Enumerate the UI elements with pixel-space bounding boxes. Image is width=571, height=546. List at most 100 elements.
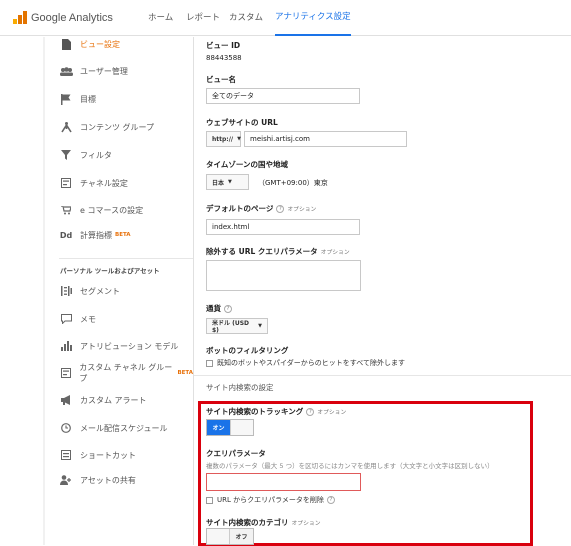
site-search-tracking-label: サイト内検索のトラッキング? オプション bbox=[206, 406, 346, 417]
nav-home[interactable]: ホーム bbox=[148, 0, 173, 36]
sidebar-item-label: ショートカット bbox=[80, 450, 136, 460]
channel-settings-icon bbox=[59, 177, 73, 189]
shortcut-icon bbox=[59, 449, 73, 461]
sidebar-item-label: コンテンツ グループ bbox=[80, 122, 155, 132]
site-search-categories-label: サイト内検索のカテゴリ オプション bbox=[206, 517, 321, 528]
help-icon[interactable]: ? bbox=[224, 305, 232, 313]
logo-text: Google Analytics bbox=[31, 11, 113, 24]
users-icon bbox=[59, 65, 73, 77]
filter-icon bbox=[59, 149, 73, 161]
timezone-label: タイムゾーンの国や地域 bbox=[206, 160, 288, 169]
site-search-categories-toggle[interactable]: オフ bbox=[206, 528, 254, 545]
tracking-label-text: サイト内検索のトラッキング bbox=[206, 407, 304, 416]
segment-icon bbox=[59, 285, 73, 297]
clock-icon bbox=[59, 422, 73, 434]
view-id-label: ビュー ID bbox=[206, 41, 241, 50]
sidebar-item-filters[interactable]: フィルタ bbox=[59, 148, 112, 162]
country-value: 日本 bbox=[212, 179, 225, 187]
flag-icon bbox=[59, 93, 73, 105]
sidebar-item-segments[interactable]: セグメント bbox=[59, 284, 120, 298]
help-icon[interactable]: ? bbox=[306, 408, 315, 416]
beta-badge: BETA bbox=[115, 232, 131, 238]
query-parameter-input[interactable] bbox=[206, 473, 361, 491]
megaphone-icon bbox=[59, 394, 73, 406]
default-page-input[interactable]: index.html bbox=[206, 219, 360, 235]
categories-label-text: サイト内検索のカテゴリ bbox=[206, 518, 289, 527]
sidebar-item-label: カスタム アラート bbox=[80, 395, 147, 405]
toggle-knob bbox=[229, 420, 253, 435]
bot-filter-checkbox[interactable]: 既知のボットやスパイダーからのヒットをすべて除外します bbox=[206, 358, 405, 368]
optional-tag: オプション bbox=[287, 207, 317, 213]
sidebar-item-label: メモ bbox=[80, 314, 96, 324]
optional-tag: オプション bbox=[320, 250, 350, 256]
site-search-tracking-toggle[interactable]: オン bbox=[206, 419, 254, 436]
sidebar-item-view-settings[interactable]: ビュー設定 bbox=[59, 37, 120, 51]
website-url-input[interactable]: meishi.artisj.com bbox=[244, 131, 407, 147]
bar-chart-icon bbox=[59, 340, 73, 352]
google-analytics-logo[interactable]: Google Analytics bbox=[13, 11, 113, 24]
sidebar-item-label: チャネル設定 bbox=[80, 178, 128, 188]
sidebar-rail bbox=[43, 37, 45, 545]
analytics-logo-icon bbox=[13, 11, 27, 24]
toggle-knob bbox=[207, 529, 231, 544]
sidebar-item-label: セグメント bbox=[80, 286, 120, 296]
checkbox-box[interactable] bbox=[206, 359, 213, 367]
strip-query-checkbox-label: URL からクエリパラメータを削除 bbox=[217, 496, 324, 504]
country-dropdown[interactable]: 日本 ▼ bbox=[206, 174, 249, 190]
sidebar-item-label: アセットの共有 bbox=[80, 475, 136, 485]
sidebar-item-goals[interactable]: 目標 bbox=[59, 92, 96, 106]
personal-tools-heading: パーソナル ツールおよびアセット bbox=[60, 267, 160, 275]
optional-tag: オプション bbox=[317, 410, 347, 416]
currency-label-text: 通貨 bbox=[206, 304, 221, 313]
sidebar-item-label: カスタム チャネル グループ bbox=[79, 363, 173, 383]
sidebar-item-label: フィルタ bbox=[80, 150, 112, 160]
toggle-on-label: オン bbox=[207, 420, 230, 435]
bot-filter-label: ボットのフィルタリング bbox=[206, 346, 289, 355]
sidebar-item-label: 目標 bbox=[80, 94, 96, 104]
sidebar-item-custom-alerts[interactable]: カスタム アラート bbox=[59, 393, 147, 407]
sidebar-item-label: ビュー設定 bbox=[80, 39, 120, 49]
view-name-input[interactable]: 全てのデータ bbox=[206, 88, 360, 104]
sidebar-item-label: メール配信スケジュール bbox=[80, 423, 168, 433]
nav-admin[interactable]: アナリティクス設定 bbox=[275, 0, 351, 36]
dd-icon: Dd bbox=[59, 230, 73, 240]
share-user-icon bbox=[59, 474, 73, 486]
view-settings-form: ビュー ID 88443588 ビュー名 全てのデータ ウェブサイトの URL … bbox=[193, 37, 571, 546]
sidebar-item-ecommerce-settings[interactable]: e コマースの設定 bbox=[59, 203, 143, 217]
nav-custom[interactable]: カスタム bbox=[229, 0, 263, 36]
sidebar-item-annotations[interactable]: メモ bbox=[59, 312, 96, 326]
timezone-value[interactable]: （GMT+09:00）東京 bbox=[258, 178, 328, 188]
protocol-dropdown[interactable]: http://▼ bbox=[206, 131, 241, 147]
cart-icon bbox=[59, 204, 73, 216]
sidebar-item-label: 計算指標 bbox=[80, 230, 112, 240]
currency-dropdown[interactable]: 米ドル (USD $) ▼ bbox=[206, 318, 268, 334]
bot-filter-checkbox-label: 既知のボットやスパイダーからのヒットをすべて除外します bbox=[217, 359, 405, 367]
checkbox-box[interactable] bbox=[206, 496, 213, 504]
currency-value: 米ドル (USD $) bbox=[212, 320, 250, 334]
exclude-params-textarea[interactable] bbox=[206, 260, 361, 291]
help-icon[interactable]: ? bbox=[276, 205, 285, 213]
person-walking-icon bbox=[59, 121, 73, 133]
caret-down-icon: ▼ bbox=[237, 136, 241, 142]
help-icon[interactable]: ? bbox=[326, 496, 335, 504]
document-icon bbox=[59, 38, 73, 50]
sidebar-item-user-management[interactable]: ユーザー管理 bbox=[59, 64, 128, 78]
currency-label: 通貨? bbox=[206, 303, 232, 314]
section-divider bbox=[194, 375, 571, 376]
sidebar-item-share-assets[interactable]: アセットの共有 bbox=[59, 473, 136, 487]
default-page-label: デフォルトのページ? オプション bbox=[206, 203, 316, 214]
sidebar-item-channel-settings[interactable]: チャネル設定 bbox=[59, 176, 128, 190]
website-url-label: ウェブサイトの URL bbox=[206, 118, 278, 127]
query-parameter-hint: 複数のパラメータ（最大 5 つ）を区切るにはカンマを使用します（大文字と小文字は… bbox=[206, 462, 494, 470]
strip-query-checkbox[interactable]: URL からクエリパラメータを削除? bbox=[206, 495, 335, 505]
default-page-label-text: デフォルトのページ bbox=[206, 204, 274, 213]
nav-reports[interactable]: レポート bbox=[186, 0, 220, 36]
sidebar-item-calculated-metrics[interactable]: Dd 計算指標 BETA bbox=[59, 228, 131, 242]
sidebar-item-scheduled-emails[interactable]: メール配信スケジュール bbox=[59, 421, 167, 435]
view-id-value: 88443588 bbox=[206, 54, 242, 62]
sidebar-item-content-grouping[interactable]: コンテンツ グループ bbox=[59, 120, 154, 134]
sidebar-item-shortcuts[interactable]: ショートカット bbox=[59, 448, 136, 462]
protocol-value: http:// bbox=[212, 135, 234, 143]
sidebar-item-custom-channel-grouping[interactable]: カスタム チャネル グループ BETA bbox=[59, 363, 193, 383]
sidebar-item-attribution-models[interactable]: アトリビューション モデル bbox=[59, 339, 178, 353]
